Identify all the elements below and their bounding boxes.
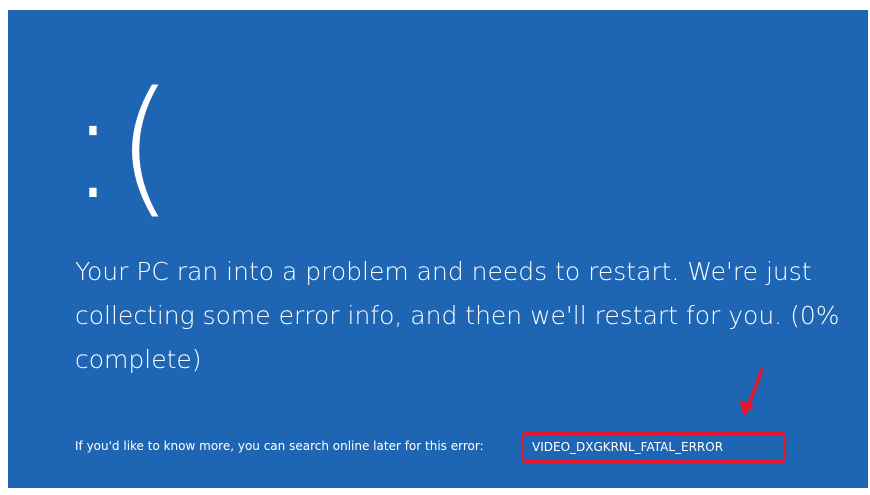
screenshot-frame: :( Your PC ran into a problem and needs … <box>0 0 870 495</box>
blue-screen: :( Your PC ran into a problem and needs … <box>8 10 868 488</box>
sad-face-emoticon: :( <box>68 60 174 232</box>
more-info-text: If you'd like to know more, you can sear… <box>75 439 484 453</box>
error-message: Your PC ran into a problem and needs to … <box>75 257 840 374</box>
stop-code: VIDEO_DXGKRNL_FATAL_ERROR <box>532 440 724 454</box>
red-arrow-icon <box>739 368 764 417</box>
stop-code-highlight-box: VIDEO_DXGKRNL_FATAL_ERROR <box>521 432 786 463</box>
